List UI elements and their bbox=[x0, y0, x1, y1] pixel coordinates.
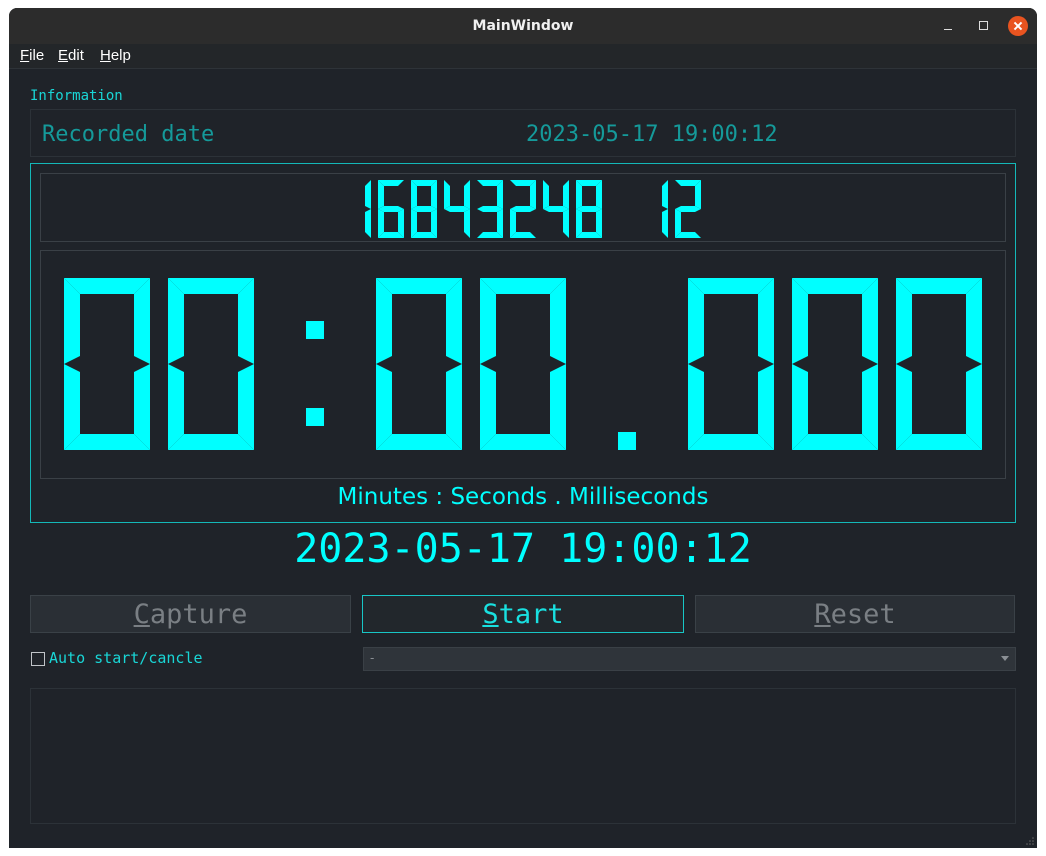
recorded-date-label: Recorded date bbox=[42, 122, 215, 147]
lcd-segment-b bbox=[662, 180, 668, 209]
lcd-segment-b bbox=[464, 180, 470, 209]
maximize-icon[interactable] bbox=[975, 17, 993, 35]
lcd-segment-f bbox=[444, 180, 450, 209]
menu-bar: File Edit Help bbox=[9, 44, 1037, 69]
reset-button[interactable]: Reset bbox=[695, 595, 1015, 633]
lcd-segment-f bbox=[543, 180, 549, 209]
resize-grip-icon[interactable] bbox=[1024, 835, 1034, 845]
auto-start-label[interactable]: Auto start/cancle bbox=[49, 649, 203, 667]
start-button[interactable]: Start bbox=[362, 595, 684, 633]
window-title: MainWindow bbox=[472, 18, 574, 34]
recorded-date-value: 2023-05-17 19:00:12 bbox=[526, 122, 778, 147]
lcd-timer bbox=[64, 278, 982, 450]
lcd-timestamp bbox=[365, 180, 701, 238]
lcd-segment-b bbox=[365, 180, 371, 209]
lcd-segment-c bbox=[563, 209, 569, 238]
lcd-timestamp-panel bbox=[40, 173, 1006, 242]
device-select[interactable]: - bbox=[363, 647, 1016, 671]
chevron-down-icon[interactable] bbox=[1001, 656, 1009, 661]
lcd-timer-panel bbox=[40, 250, 1006, 479]
lcd-colon-dot bbox=[306, 408, 324, 426]
close-icon[interactable] bbox=[1008, 16, 1028, 36]
menu-file[interactable]: File bbox=[20, 47, 44, 64]
device-select-value: - bbox=[370, 650, 375, 665]
auto-start-checkbox[interactable] bbox=[31, 652, 45, 666]
information-box: Recorded date 2023-05-17 19:00:12 bbox=[30, 109, 1016, 157]
lcd-segment-c bbox=[365, 209, 371, 238]
menu-edit[interactable]: Edit bbox=[58, 47, 84, 64]
title-bar[interactable]: MainWindow bbox=[9, 8, 1037, 44]
log-text-area[interactable] bbox=[30, 688, 1016, 824]
lcd-colon-dot bbox=[306, 321, 324, 339]
capture-button[interactable]: Capture bbox=[30, 595, 351, 633]
timer-display-frame: Minutes : Seconds . Milliseconds bbox=[30, 163, 1016, 523]
timer-unit-label: Minutes : Seconds . Milliseconds bbox=[337, 484, 709, 510]
lcd-decimal-dot bbox=[618, 432, 636, 450]
lcd-segment-c bbox=[464, 209, 470, 238]
minimize-icon[interactable] bbox=[939, 17, 957, 35]
menu-help[interactable]: Help bbox=[100, 47, 131, 64]
lcd-segment-c bbox=[662, 209, 668, 238]
lcd-segment-b bbox=[563, 180, 569, 209]
information-group-label: Information bbox=[30, 88, 123, 104]
current-datetime: 2023-05-17 19:00:12 bbox=[294, 526, 752, 572]
main-window: MainWindow File Edit Help Information Re… bbox=[9, 8, 1037, 848]
